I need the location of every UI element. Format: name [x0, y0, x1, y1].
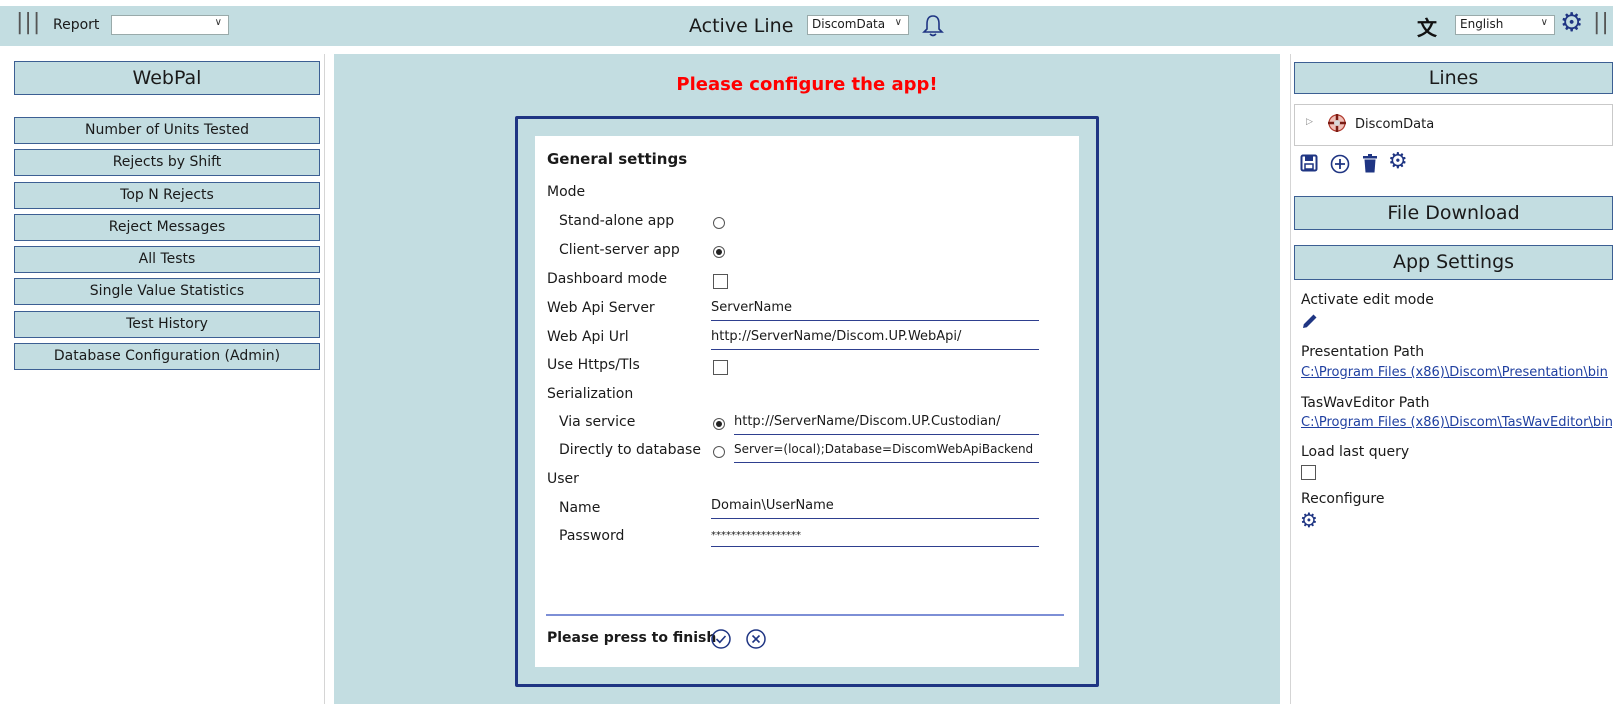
menu-item-rejects-by-shift[interactable]: Rejects by Shift — [14, 149, 320, 176]
general-settings-title: General settings — [547, 150, 688, 168]
via-service-label: Via service — [559, 414, 636, 430]
language-value: English — [1460, 17, 1504, 31]
gear-icon[interactable]: ⚙ — [1388, 149, 1408, 174]
via-service-input[interactable]: http://ServerName/Discom.UP.Custodian/ — [734, 414, 1039, 435]
chevron-down-icon: ∨ — [214, 17, 222, 28]
menu-item-number-of-units-tested[interactable]: Number of Units Tested — [14, 117, 320, 144]
file-download-header[interactable]: File Download — [1294, 196, 1613, 230]
lines-header[interactable]: Lines — [1294, 62, 1613, 94]
via-service-radio[interactable] — [713, 418, 725, 430]
translate-icon[interactable]: 文 — [1417, 12, 1437, 41]
webpal-header[interactable]: WebPal — [14, 61, 320, 95]
password-input[interactable]: ****************** — [711, 526, 1039, 547]
finish-label: Please press to finish — [547, 630, 717, 646]
active-line-select[interactable]: DiscomData ∨ — [807, 15, 909, 35]
menu-item-all-tests[interactable]: All Tests — [14, 246, 320, 273]
taswav-path-link[interactable]: C:\Program Files (x86)\Discom\TasWavEdit… — [1301, 415, 1612, 430]
hamburger-icon[interactable]: ||| — [16, 10, 41, 35]
direct-db-label: Directly to database — [559, 442, 701, 458]
report-label: Report — [53, 17, 100, 33]
trash-icon[interactable] — [1362, 154, 1378, 173]
check-circle-icon[interactable] — [710, 628, 732, 650]
taswav-path-label: TasWavEditor Path — [1301, 395, 1430, 411]
line-item[interactable]: DiscomData — [1355, 117, 1434, 132]
clientserver-radio[interactable] — [713, 246, 725, 258]
menu-item-test-history[interactable]: Test History — [14, 311, 320, 338]
name-label: Name — [559, 500, 601, 516]
clientserver-label: Client-server app — [559, 242, 680, 258]
configure-warning: Please configure the app! — [676, 74, 938, 95]
dashboard-label: Dashboard mode — [547, 271, 668, 287]
webapi-server-input[interactable]: ServerName — [711, 300, 1039, 321]
active-line-label: Active Line — [689, 15, 794, 37]
reconfigure-label: Reconfigure — [1301, 491, 1385, 507]
bell-icon[interactable] — [922, 14, 944, 38]
dialog-divider — [546, 614, 1064, 616]
report-select[interactable]: ∨ — [111, 15, 229, 35]
menu-item-single-value-statistics[interactable]: Single Value Statistics — [14, 278, 320, 305]
side-menu-icon[interactable]: || — [1593, 10, 1610, 35]
language-select[interactable]: English ∨ — [1455, 15, 1555, 35]
webapi-url-label: Web Api Url — [547, 329, 629, 345]
top-bar: ||| Report ∨ Active Line DiscomData ∨ 文 … — [0, 6, 1613, 46]
chevron-down-icon: ∨ — [1540, 17, 1548, 28]
standalone-label: Stand-alone app — [559, 213, 675, 229]
direct-db-radio[interactable] — [713, 446, 725, 458]
reconfigure-icon[interactable]: ⚙ — [1300, 508, 1318, 532]
user-label: User — [547, 471, 579, 487]
standalone-radio[interactable] — [713, 217, 725, 229]
menu-item-top-n-rejects[interactable]: Top N Rejects — [14, 182, 320, 209]
app-settings-header[interactable]: App Settings — [1294, 245, 1613, 280]
presentation-path-label: Presentation Path — [1301, 344, 1425, 360]
https-label: Use Https/Tls — [547, 357, 640, 373]
presentation-path-link[interactable]: C:\Program Files (x86)\Discom\Presentati… — [1301, 365, 1612, 380]
add-circle-icon[interactable] — [1330, 154, 1350, 174]
pencil-icon[interactable] — [1301, 312, 1319, 330]
direct-db-input[interactable]: Server=(local);Database=DiscomWebApiBack… — [734, 442, 1039, 463]
chevron-down-icon: ∨ — [894, 17, 902, 28]
webapi-server-label: Web Api Server — [547, 300, 655, 316]
activate-edit-label: Activate edit mode — [1301, 292, 1434, 308]
gear-icon[interactable]: ⚙ — [1560, 8, 1583, 38]
active-line-value: DiscomData — [812, 17, 886, 31]
password-label: Password — [559, 528, 625, 544]
dashboard-checkbox[interactable] — [713, 274, 728, 289]
expand-icon[interactable]: ▷ — [1306, 117, 1313, 127]
menu-item-reject-messages[interactable]: Reject Messages — [14, 214, 320, 241]
menu-item-database-configuration-admin[interactable]: Database Configuration (Admin) — [14, 343, 320, 370]
x-circle-icon[interactable] — [745, 628, 767, 650]
serialization-label: Serialization — [547, 386, 634, 402]
line-target-icon — [1328, 114, 1346, 132]
save-icon[interactable] — [1300, 154, 1318, 172]
mode-label: Mode — [547, 184, 586, 200]
webapi-url-input[interactable]: http://ServerName/Discom.UP.WebApi/ — [711, 329, 1039, 350]
load-last-query-label: Load last query — [1301, 444, 1410, 460]
username-input[interactable]: Domain\UserName — [711, 498, 1039, 519]
load-last-query-checkbox[interactable] — [1301, 465, 1316, 480]
https-checkbox[interactable] — [713, 360, 728, 375]
